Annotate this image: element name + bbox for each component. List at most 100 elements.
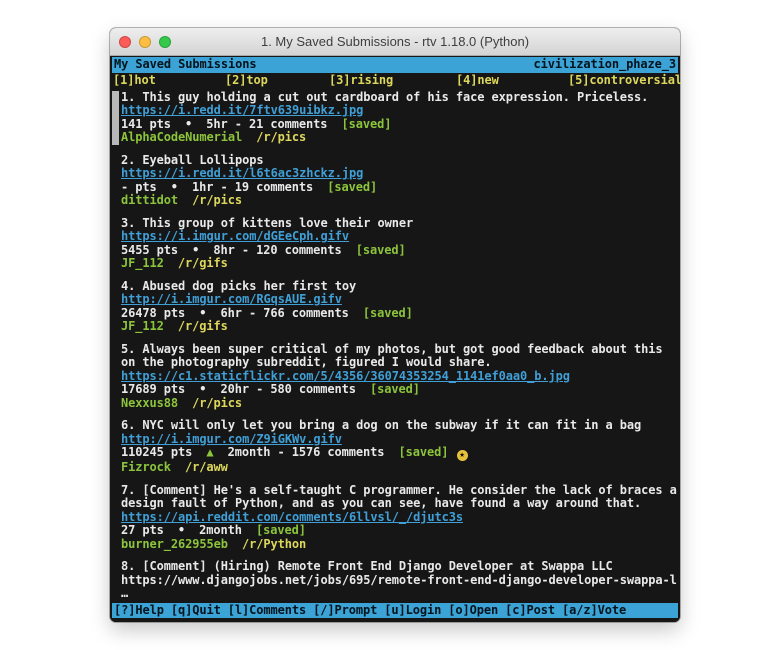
vote-command[interactable]: [a/z]Vote: [562, 604, 626, 618]
submission-row-8[interactable]: 8. [Comment] (Hiring) Remote Front End D…: [112, 560, 678, 601]
window-title: 1. My Saved Submissions - rtv 1.18.0 (Py…: [261, 34, 529, 49]
age-comments-label: 2month - 1576 comments: [228, 445, 385, 459]
prompt-command[interactable]: [/]Prompt: [313, 604, 377, 618]
sort-tab-hot[interactable]: [1]hot: [113, 74, 156, 88]
submission-byline: burner_262955eb /r/Python: [121, 538, 678, 552]
selection-cursor: [112, 91, 119, 145]
login-command[interactable]: [u]Login: [384, 604, 441, 618]
subreddit-link[interactable]: /r/pics: [256, 130, 306, 144]
saved-badge: [saved]: [399, 445, 449, 459]
submission-stats: 17689 pts • 20hr - 580 comments [saved]: [121, 383, 678, 397]
submission-url-link[interactable]: https://c1.staticflickr.com/5/4356/36074…: [121, 370, 678, 384]
saved-badge: [saved]: [342, 117, 392, 131]
open-command[interactable]: [o]Open: [448, 604, 498, 618]
submission-row-6[interactable]: 6. NYC will only let you bring a dog on …: [112, 419, 678, 475]
submission-stats: - pts • 1hr - 19 comments [saved]: [121, 181, 678, 195]
submission-title: 5. Always been super critical of my phot…: [121, 343, 678, 370]
submission-title: 4. Abused dog picks her first toy: [121, 280, 678, 294]
points-label: 26478 pts: [121, 306, 185, 320]
subreddit-link[interactable]: /r/gifs: [178, 256, 228, 270]
submission-stats: 5455 pts • 8hr - 120 comments [saved]: [121, 244, 678, 258]
truncation-ellipsis: …: [121, 587, 678, 601]
submission-url-link[interactable]: http://i.imgur.com/RGqsAUE.gifv: [121, 293, 678, 307]
subreddit-link[interactable]: /r/pics: [192, 396, 242, 410]
submission-stats: 27 pts • 2month [saved]: [121, 524, 678, 538]
traffic-lights: [119, 28, 171, 55]
submission-row-5[interactable]: 5. Always been super critical of my phot…: [112, 343, 678, 411]
zoom-button[interactable]: [159, 36, 171, 48]
submission-stats: 141 pts • 5hr - 21 comments [saved]: [121, 118, 678, 132]
age-comments-label: 20hr - 580 comments: [221, 382, 356, 396]
comments-command[interactable]: [l]Comments: [228, 604, 306, 618]
subreddit-link[interactable]: /r/aww: [185, 460, 228, 474]
submission-byline: Fizrock /r/aww: [121, 461, 678, 475]
submission-title: 3. This group of kittens love their owne…: [121, 217, 678, 231]
age-comments-label: 1hr - 19 comments: [192, 180, 313, 194]
close-button[interactable]: [119, 36, 131, 48]
submission-url-link[interactable]: https://i.imgur.com/dGEeCph.gifv: [121, 230, 678, 244]
post-command[interactable]: [c]Post: [505, 604, 555, 618]
submission-url-link[interactable]: https://i.redd.it/l6t6ac3zhckz.jpg: [121, 167, 678, 181]
author-link[interactable]: dittidot: [121, 193, 178, 207]
window-titlebar[interactable]: 1. My Saved Submissions - rtv 1.18.0 (Py…: [110, 28, 680, 56]
submission-row-2[interactable]: 2. Eyeball Lollipops https://i.redd.it/l…: [112, 154, 678, 208]
submission-row-4[interactable]: 4. Abused dog picks her first toy http:/…: [112, 280, 678, 334]
saved-badge: [saved]: [327, 180, 377, 194]
submission-stats: 110245 pts ▲ 2month - 1576 comments [sav…: [121, 446, 678, 461]
submission-title: 8. [Comment] (Hiring) Remote Front End D…: [121, 560, 678, 574]
submission-row-7[interactable]: 7. [Comment] He's a self-taught C progra…: [112, 484, 678, 552]
subreddit-link[interactable]: /r/gifs: [178, 319, 228, 333]
status-header-bar: My Saved Submissions civilization_phaze_…: [112, 57, 678, 73]
points-label: 27 pts: [121, 523, 164, 537]
age-comments-label: 2month: [199, 523, 242, 537]
selection-gutter: [112, 560, 119, 601]
selection-gutter: [112, 154, 119, 208]
age-comments-label: 6hr - 766 comments: [221, 306, 349, 320]
subreddit-link[interactable]: /r/Python: [242, 537, 306, 551]
saved-badge: [saved]: [356, 243, 406, 257]
subreddit-link[interactable]: /r/pics: [192, 193, 242, 207]
points-label: 17689 pts: [121, 382, 185, 396]
points-label: 141 pts: [121, 117, 171, 131]
author-link[interactable]: JF_112: [121, 319, 164, 333]
sort-tab-controversial[interactable]: [5]controversial: [568, 74, 682, 88]
sort-order-bar: [1]hot [2]top [3]rising [4]new [5]contro…: [112, 74, 678, 89]
gold-icon: [457, 450, 468, 461]
selection-gutter: [112, 217, 119, 271]
quit-command[interactable]: [q]Quit: [171, 604, 221, 618]
submission-title: 6. NYC will only let you bring a dog on …: [121, 419, 678, 433]
author-link[interactable]: burner_262955eb: [121, 537, 228, 551]
submission-title: 7. [Comment] He's a self-taught C progra…: [121, 484, 678, 511]
age-comments-label: 8hr - 120 comments: [213, 243, 341, 257]
sort-tab-rising[interactable]: [3]rising: [329, 74, 393, 88]
saved-badge: [saved]: [256, 523, 306, 537]
app-window: 1. My Saved Submissions - rtv 1.18.0 (Py…: [110, 28, 680, 622]
vote-separator-icon: •: [178, 523, 185, 537]
submission-row-3[interactable]: 3. This group of kittens love their owne…: [112, 217, 678, 271]
submission-url-link[interactable]: http://i.imgur.com/Z9iGKWv.gifv: [121, 433, 678, 447]
saved-badge: [saved]: [363, 306, 413, 320]
submission-row-1[interactable]: 1. This guy holding a cut out cardboard …: [112, 91, 678, 145]
upvote-arrow-icon: ▲: [206, 445, 213, 459]
author-link[interactable]: JF_112: [121, 256, 164, 270]
minimize-button[interactable]: [139, 36, 151, 48]
vote-separator-icon: •: [192, 243, 199, 257]
sort-tab-new[interactable]: [4]new: [456, 74, 499, 88]
points-label: 5455 pts: [121, 243, 178, 257]
author-link[interactable]: AlphaCodeNumerial: [121, 130, 242, 144]
age-comments-label: 5hr - 21 comments: [206, 117, 327, 131]
selection-gutter: [112, 280, 119, 334]
author-link[interactable]: Nexxus88: [121, 396, 178, 410]
help-command[interactable]: [?]Help: [114, 604, 164, 618]
vote-separator-icon: •: [185, 117, 192, 131]
sort-tab-top[interactable]: [2]top: [225, 74, 268, 88]
submission-url-link[interactable]: https://i.redd.it/7ftv639uibkz.jpg: [121, 104, 678, 118]
author-link[interactable]: Fizrock: [121, 460, 171, 474]
vote-separator-icon: •: [171, 180, 178, 194]
submission-byline: AlphaCodeNumerial /r/pics: [121, 131, 678, 145]
submission-byline: Nexxus88 /r/pics: [121, 397, 678, 411]
submission-url-link[interactable]: https://api.reddit.com/comments/6llvsl/_…: [121, 511, 678, 525]
selection-gutter: [112, 484, 119, 552]
points-label: - pts: [121, 180, 157, 194]
logged-in-account: civilization_phaze_3: [534, 58, 677, 72]
